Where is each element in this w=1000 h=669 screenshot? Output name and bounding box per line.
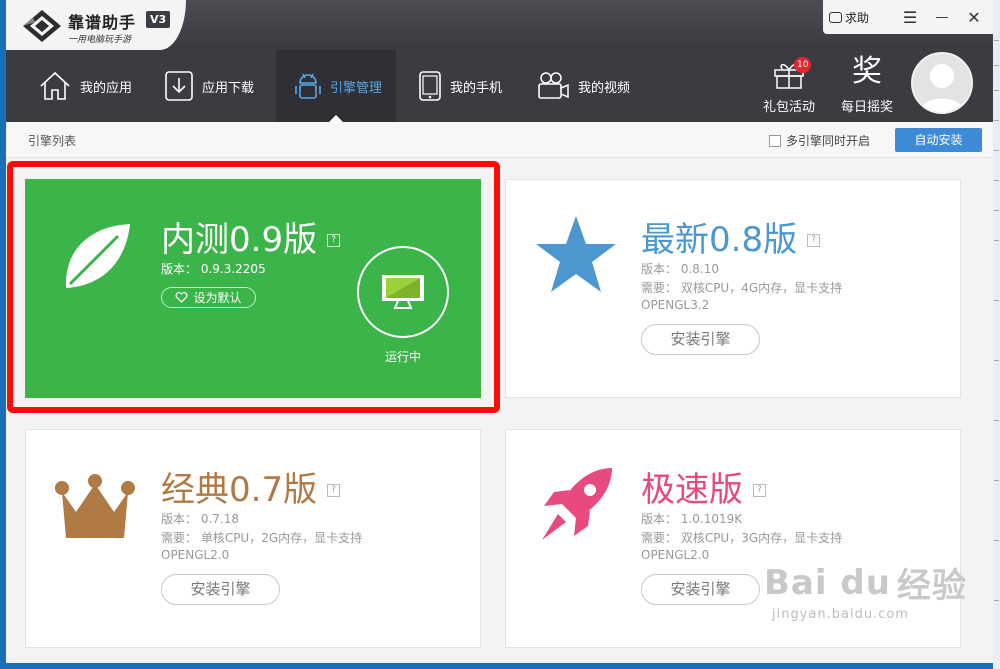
nav-label: 我的视频: [578, 80, 631, 96]
help-label: 求助: [845, 11, 870, 25]
crown-icon: [55, 474, 135, 538]
menu-button[interactable]: ☰: [899, 6, 921, 28]
multi-engine-checkbox[interactable]: [769, 134, 781, 147]
minimize-button[interactable]: —: [931, 6, 953, 28]
user-avatar[interactable]: [911, 52, 973, 114]
help-question-icon[interactable]: ?: [753, 484, 766, 497]
nav-my-apps[interactable]: 我的应用: [38, 50, 158, 122]
gift-activity-button[interactable]: 10 礼包活动: [758, 50, 820, 122]
install-engine-button[interactable]: 安装引擎: [641, 574, 760, 605]
gift-label: 礼包活动: [762, 100, 815, 115]
engine-version: 版本： 1.0.1019K: [641, 512, 743, 526]
engine-requirement-gl: OPENGL2.0: [161, 548, 230, 562]
auto-install-button[interactable]: 自动安装: [895, 128, 982, 152]
engine-requirement-gl: OPENGL2.0: [641, 548, 710, 562]
help-button[interactable]: 求助: [829, 9, 869, 26]
daily-lottery-button[interactable]: 奖 每日摇奖: [836, 50, 898, 122]
highlight-frame: [7, 161, 500, 413]
engine-title: 极速版 ?: [641, 462, 766, 511]
nav-label: 引擎管理: [330, 80, 383, 96]
baidu-jingyan-watermark: Bai du 经验 jingyan.baidu.com: [764, 562, 967, 623]
android-icon: [295, 73, 321, 99]
engine-version: 版本： 0.8.10: [641, 262, 719, 276]
video-camera-icon: [538, 72, 569, 99]
app-branding: 靠谱助手 V3 一用电脑玩手游: [6, 0, 186, 50]
title-bar[interactable]: 靠谱助手 V3 一用电脑玩手游 求助 ☰ — ✕: [6, 0, 993, 50]
home-icon: [40, 71, 70, 100]
star-icon: [536, 216, 616, 292]
engine-requirement-gl: OPENGL3.2: [641, 298, 710, 312]
lottery-label: 每日摇奖: [840, 100, 893, 115]
nav-engine-manager[interactable]: 引擎管理: [276, 50, 396, 122]
engine-requirement: 需要： 双核CPU，3G内存，显卡支持: [641, 531, 843, 545]
engine-title: 最新0.8版 ?: [641, 212, 821, 261]
download-icon: [165, 71, 193, 101]
help-question-icon[interactable]: ?: [327, 484, 341, 497]
engine-card-latest[interactable]: 最新0.8版 ? 版本： 0.8.10 需要： 双核CPU，4G内存，显卡支持 …: [505, 179, 961, 398]
engine-toolbar: 引擎列表 多引擎同时开启 自动安装: [6, 122, 993, 158]
app-logo-icon: [23, 10, 61, 42]
install-engine-button[interactable]: 安装引擎: [161, 574, 280, 605]
nav-downloads[interactable]: 应用下载: [164, 50, 276, 122]
lottery-icon: 奖: [852, 54, 882, 89]
chat-bubble-icon: [829, 12, 842, 23]
engine-version: 版本： 0.7.18: [161, 512, 239, 526]
nav-label: 我的应用: [80, 80, 133, 96]
version-badge: V3: [146, 11, 171, 28]
window-controls: 求助 ☰ — ✕: [823, 0, 993, 34]
user-icon: [920, 64, 964, 112]
app-window: 靠谱助手 V3 一用电脑玩手游 求助 ☰ — ✕ 我的应用 应用下载 引擎管理: [6, 0, 993, 663]
multi-engine-option[interactable]: 多引擎同时开启: [769, 132, 870, 149]
nav-my-videos[interactable]: 我的视频: [536, 50, 646, 122]
engine-list-title: 引擎列表: [28, 134, 77, 148]
nav-label: 应用下载: [202, 80, 255, 96]
phone-icon: [419, 71, 441, 101]
engine-requirement: 需要： 双核CPU，4G内存，显卡支持: [641, 281, 843, 295]
install-engine-button[interactable]: 安装引擎: [641, 324, 760, 355]
app-slogan: 一用电脑玩手游: [68, 35, 132, 45]
nav-my-phone[interactable]: 我的手机: [418, 50, 528, 122]
desktop-edge: [993, 0, 1000, 669]
rocket-icon: [542, 468, 612, 540]
close-button[interactable]: ✕: [963, 6, 985, 28]
engine-card-classic[interactable]: 经典0.7版 ? 版本： 0.7.18 需要： 单核CPU，2G内存，显卡支持 …: [25, 429, 481, 648]
nav-label: 我的手机: [450, 80, 503, 96]
multi-engine-label: 多引擎同时开启: [786, 134, 871, 148]
main-nav: 我的应用 应用下载 引擎管理 我的手机 我的视频 10 礼包活动 奖 每日摇奖: [6, 50, 993, 122]
engine-requirement: 需要： 单核CPU，2G内存，显卡支持: [161, 531, 363, 545]
help-question-icon[interactable]: ?: [807, 234, 821, 247]
engine-title: 经典0.7版 ?: [161, 462, 341, 511]
app-name: 靠谱助手: [68, 13, 137, 32]
